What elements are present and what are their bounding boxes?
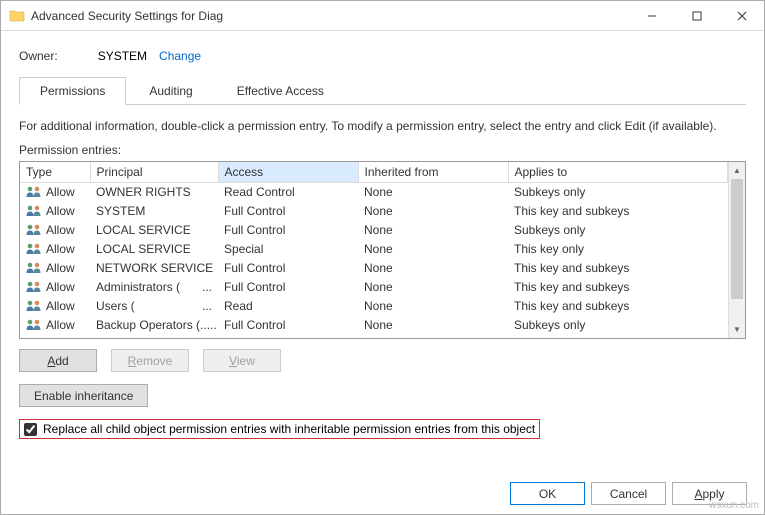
scroll-thumb[interactable] bbox=[731, 179, 743, 299]
col-access[interactable]: Access bbox=[218, 162, 358, 183]
replace-children-label: Replace all child object permission entr… bbox=[43, 422, 535, 436]
owner-value: SYSTEM bbox=[98, 49, 147, 63]
table-header-row: Type Principal Access Inherited from App… bbox=[20, 162, 728, 183]
table-row[interactable]: AllowSYSTEMFull ControlNoneThis key and … bbox=[20, 202, 728, 221]
info-text: For additional information, double-click… bbox=[19, 119, 746, 133]
col-type[interactable]: Type bbox=[20, 162, 90, 183]
view-button: View bbox=[203, 349, 281, 372]
owner-row: Owner: SYSTEM Change bbox=[19, 49, 746, 63]
enable-inheritance-button[interactable]: Enable inheritance bbox=[19, 384, 148, 407]
tab-auditing[interactable]: Auditing bbox=[128, 77, 213, 104]
replace-children-checkbox[interactable] bbox=[24, 423, 37, 436]
tab-permissions[interactable]: Permissions bbox=[19, 77, 126, 105]
ok-button[interactable]: OK bbox=[510, 482, 585, 505]
titlebar: Advanced Security Settings for Diag bbox=[1, 1, 764, 31]
table-row[interactable]: AllowAdministrators (...Full ControlNone… bbox=[20, 278, 728, 297]
table-row[interactable]: AllowBackup Operators (SpecialNoneThis k… bbox=[20, 335, 728, 340]
close-button[interactable] bbox=[719, 1, 764, 30]
entries-label: Permission entries: bbox=[19, 143, 746, 157]
table-row[interactable]: AllowNETWORK SERVICEFull ControlNoneThis… bbox=[20, 259, 728, 278]
maximize-button[interactable] bbox=[674, 1, 719, 30]
cancel-button[interactable]: Cancel bbox=[591, 482, 666, 505]
people-icon bbox=[26, 262, 42, 274]
scroll-up-icon[interactable]: ▲ bbox=[729, 162, 745, 179]
folder-icon bbox=[9, 8, 25, 24]
minimize-button[interactable] bbox=[629, 1, 674, 30]
scroll-down-icon[interactable]: ▼ bbox=[729, 321, 745, 338]
col-inherited[interactable]: Inherited from bbox=[358, 162, 508, 183]
replace-children-checkbox-row[interactable]: Replace all child object permission entr… bbox=[19, 419, 540, 439]
tabs: Permissions Auditing Effective Access bbox=[19, 77, 746, 105]
table-row[interactable]: AllowOWNER RIGHTSRead ControlNoneSubkeys… bbox=[20, 183, 728, 202]
remove-button: Remove bbox=[111, 349, 189, 372]
watermark: wsxun.com bbox=[709, 500, 759, 511]
people-icon bbox=[26, 224, 42, 236]
table-row[interactable]: AllowUsers (...ReadNoneThis key and subk… bbox=[20, 297, 728, 316]
people-icon bbox=[26, 281, 42, 293]
window-title: Advanced Security Settings for Diag bbox=[31, 9, 629, 23]
change-owner-link[interactable]: Change bbox=[159, 49, 201, 63]
vertical-scrollbar[interactable]: ▲ ▼ bbox=[728, 162, 745, 338]
owner-label: Owner: bbox=[19, 49, 58, 63]
people-icon bbox=[26, 300, 42, 312]
people-icon bbox=[26, 319, 42, 331]
content-area: Owner: SYSTEM Change Permissions Auditin… bbox=[1, 31, 764, 451]
add-button[interactable]: Add bbox=[19, 349, 97, 372]
table-row[interactable]: AllowBackup Operators (......Full Contro… bbox=[20, 316, 728, 335]
people-icon bbox=[26, 205, 42, 217]
table-row[interactable]: AllowLOCAL SERVICEFull ControlNoneSubkey… bbox=[20, 221, 728, 240]
col-principal[interactable]: Principal bbox=[90, 162, 218, 183]
col-applies[interactable]: Applies to bbox=[508, 162, 728, 183]
people-icon bbox=[26, 186, 42, 198]
permissions-table: Type Principal Access Inherited from App… bbox=[19, 161, 746, 339]
people-icon bbox=[26, 338, 42, 339]
people-icon bbox=[26, 243, 42, 255]
table-row[interactable]: AllowLOCAL SERVICESpecialNoneThis key on… bbox=[20, 240, 728, 259]
tab-effective-access[interactable]: Effective Access bbox=[216, 77, 345, 104]
